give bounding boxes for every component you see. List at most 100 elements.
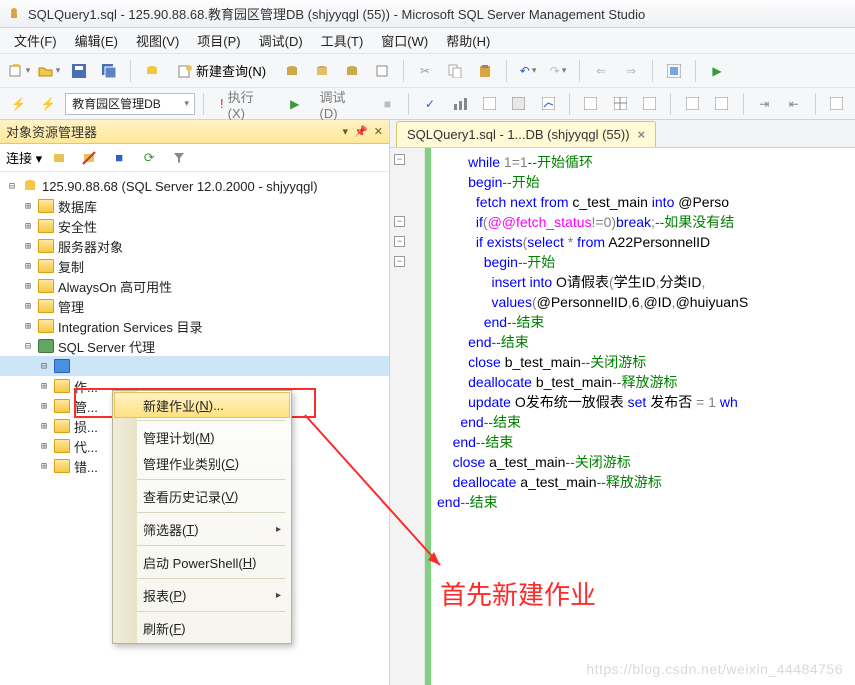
tree-node[interactable]: ⊞数据库 <box>0 196 389 216</box>
tree-node[interactable]: ⊞复制 <box>0 256 389 276</box>
folder-icon <box>38 279 54 293</box>
server-icon <box>22 179 38 193</box>
editor-tabbar: SQLQuery1.sql - 1...DB (shjyyqgl (55)) × <box>390 120 855 148</box>
menu-item[interactable]: 工具(T) <box>313 28 372 53</box>
code-gutter: − − − − <box>390 148 425 685</box>
open-button[interactable] <box>36 58 62 84</box>
context-menu[interactable]: 新建作业(N)... 管理计划(M)管理作业类别(C) 查看历史记录(V) 筛选器(T… <box>112 390 292 644</box>
refresh-icon[interactable]: ⟳ <box>136 145 162 171</box>
tree-node[interactable]: ⊞AlwaysOn 高可用性 <box>0 276 389 296</box>
window-titlebar: SQLQuery1.sql - 125.90.88.68.教育园区管理DB (s… <box>0 0 855 28</box>
query-options-button[interactable] <box>476 91 502 117</box>
folder-icon <box>38 259 54 273</box>
context-menu-item[interactable]: 启动 PowerShell(H) <box>115 549 289 575</box>
results-grid-button[interactable] <box>607 91 633 117</box>
database-combo[interactable]: 教育园区管理DB <box>65 93 195 115</box>
context-menu-item[interactable]: 刷新(F) <box>115 615 289 641</box>
context-menu-item[interactable]: 查看历史记录(V) <box>115 483 289 509</box>
folder-icon <box>38 239 54 253</box>
results-text-button[interactable] <box>578 91 604 117</box>
stop-button[interactable]: ■ <box>375 91 401 117</box>
context-menu-item[interactable]: 新建作业(N)... <box>114 392 290 418</box>
object-explorer-header: 对象资源管理器 ▾📌✕ <box>0 120 389 144</box>
redo-button[interactable]: ↷ <box>545 58 571 84</box>
toolbar-btn-d[interactable] <box>369 58 395 84</box>
filter-icon[interactable] <box>166 145 192 171</box>
fold-icon[interactable]: − <box>394 216 405 227</box>
pane-pin-icon[interactable]: 📌 <box>354 125 368 138</box>
connect-icon[interactable] <box>46 145 72 171</box>
context-menu-item[interactable]: 管理计划(M) <box>115 424 289 450</box>
menu-item[interactable]: 窗口(W) <box>373 28 436 53</box>
menu-item[interactable]: 帮助(H) <box>438 28 498 53</box>
pane-close-icon[interactable]: ✕ <box>374 125 383 138</box>
run-button[interactable]: ▶ <box>704 58 730 84</box>
tree-node[interactable]: ⊞管理 <box>0 296 389 316</box>
save-button[interactable] <box>66 58 92 84</box>
toolbar-btn-c[interactable] <box>339 58 365 84</box>
outdent-button[interactable]: ⇤ <box>781 91 807 117</box>
estimate-plan-button[interactable] <box>447 91 473 117</box>
save-all-button[interactable] <box>96 58 122 84</box>
menu-item[interactable]: 视图(V) <box>128 28 187 53</box>
folder-icon <box>54 459 70 473</box>
debug-play-button[interactable]: ▶ <box>282 91 308 117</box>
toolbar-btn-b[interactable] <box>309 58 335 84</box>
context-menu-item[interactable]: 筛选器(T)▸ <box>115 516 289 542</box>
editor-tab-label: SQLQuery1.sql - 1...DB (shjyyqgl (55)) <box>407 127 630 142</box>
nav-fwd-button[interactable]: ⇒ <box>618 58 644 84</box>
menu-item[interactable]: 编辑(E) <box>67 28 126 53</box>
change-connection-button[interactable]: ⚡ <box>36 91 62 117</box>
menu-item[interactable]: 调试(D) <box>251 28 311 53</box>
tree-node[interactable]: ⊟ <box>0 356 389 376</box>
folder-icon <box>54 419 70 433</box>
folder-icon <box>54 379 70 393</box>
tree-node[interactable]: ⊟125.90.88.68 (SQL Server 12.0.2000 - sh… <box>0 176 389 196</box>
connect-toolbar: 连接 ▾ ■ ⟳ <box>0 144 389 172</box>
context-menu-item[interactable]: 报表(P)▸ <box>115 582 289 608</box>
connect-dropdown[interactable]: 连接 ▾ <box>6 148 42 167</box>
menu-item[interactable]: 项目(P) <box>189 28 248 53</box>
indent-button[interactable]: ⇥ <box>752 91 778 117</box>
query-toolbar: ⚡ ⚡ 教育园区管理DB !执行(X) ▶ 调试(D) ■ ✓ ⇥ ⇤ <box>0 88 855 120</box>
menubar: 文件(F)编辑(E)视图(V)项目(P)调试(D)工具(T)窗口(W)帮助(H) <box>0 28 855 54</box>
close-tab-icon[interactable]: × <box>638 127 646 142</box>
context-menu-item[interactable]: 管理作业类别(C) <box>115 450 289 476</box>
undo-button[interactable]: ↶ <box>515 58 541 84</box>
folder-icon <box>38 299 54 313</box>
new-connection-button[interactable] <box>139 58 165 84</box>
nav-back-button[interactable]: ⇐ <box>588 58 614 84</box>
stop-conn-icon[interactable]: ■ <box>106 145 132 171</box>
fold-icon[interactable]: − <box>394 154 405 165</box>
connect-button[interactable]: ⚡ <box>6 91 32 117</box>
folder-icon <box>38 219 54 233</box>
tree-node[interactable]: ⊞安全性 <box>0 216 389 236</box>
new-project-button[interactable] <box>6 58 32 84</box>
toolbar-btn-a[interactable] <box>279 58 305 84</box>
client-stats-button[interactable] <box>535 91 561 117</box>
fold-icon[interactable]: − <box>394 236 405 247</box>
include-plan-button[interactable] <box>506 91 532 117</box>
comment-button[interactable] <box>679 91 705 117</box>
cut-button[interactable]: ✂ <box>412 58 438 84</box>
disconnect-icon[interactable] <box>76 145 102 171</box>
editor-tab[interactable]: SQLQuery1.sql - 1...DB (shjyyqgl (55)) × <box>396 121 656 147</box>
paste-button[interactable] <box>472 58 498 84</box>
new-query-button[interactable]: 新建查询(N) <box>169 58 275 84</box>
tree-node[interactable]: ⊞Integration Services 目录 <box>0 316 389 336</box>
uncomment-button[interactable] <box>709 91 735 117</box>
fold-icon[interactable]: − <box>394 256 405 267</box>
parse-button[interactable]: ✓ <box>417 91 443 117</box>
tree-node[interactable]: ⊟SQL Server 代理 <box>0 336 389 356</box>
specify-values-button[interactable] <box>824 91 850 117</box>
menu-item[interactable]: 文件(F) <box>6 28 65 53</box>
find-button[interactable] <box>661 58 687 84</box>
results-file-button[interactable] <box>637 91 663 117</box>
copy-button[interactable] <box>442 58 468 84</box>
pane-dropdown-icon[interactable]: ▾ <box>343 125 349 138</box>
folder-icon <box>54 359 70 373</box>
main-toolbar: 新建查询(N) ✂ ↶ ↷ ⇐ ⇒ ▶ <box>0 54 855 88</box>
debug-button[interactable]: 调试(D) <box>312 93 371 115</box>
tree-node[interactable]: ⊞服务器对象 <box>0 236 389 256</box>
execute-button[interactable]: !执行(X) <box>212 93 278 115</box>
